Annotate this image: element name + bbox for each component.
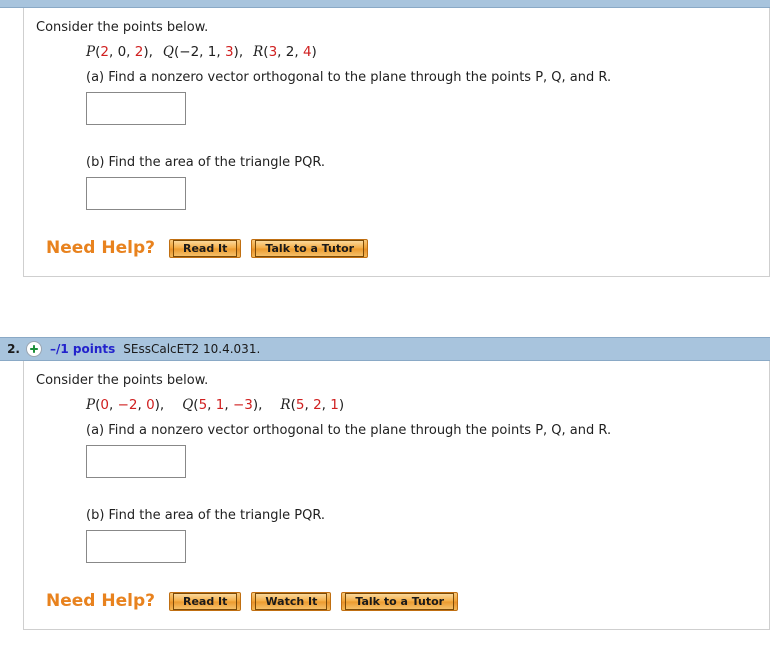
point-label-q-2: Q bbox=[182, 397, 194, 413]
point-p-x-2: 0 bbox=[100, 397, 109, 413]
point-label-q-1: Q bbox=[162, 44, 174, 60]
point-q-z-2: −3 bbox=[232, 397, 253, 413]
part-a-answer-input-1[interactable] bbox=[86, 92, 186, 125]
comma-10: , bbox=[224, 397, 233, 413]
question-number-2: 2. bbox=[7, 342, 20, 356]
point-p-y-1: 0 bbox=[117, 44, 127, 60]
read-it-button-label-2: Read It bbox=[173, 592, 238, 610]
question-block-1: Consider the points below. P(2, 0, 2), Q(… bbox=[0, 0, 770, 277]
point-label-r-2: R bbox=[280, 397, 291, 413]
left-gutter-2 bbox=[0, 361, 23, 630]
point-r-y-2: 2 bbox=[313, 397, 322, 413]
question-body-wrap-2: Consider the points below. P(0, −2, 0), Q… bbox=[0, 361, 770, 630]
comma-6: , bbox=[294, 44, 303, 60]
question-body-wrap-1: Consider the points below. P(2, 0, 2), Q(… bbox=[0, 8, 770, 277]
question-block-2: 2. –/1 points SEssCalcET2 10.4.031. Cons… bbox=[0, 337, 770, 630]
comma-5: , bbox=[277, 44, 286, 60]
paren-close-p-2: ), bbox=[154, 397, 165, 413]
point-p-z-2: 0 bbox=[146, 397, 155, 413]
intro-text-1: Consider the points below. bbox=[36, 20, 209, 35]
part-a-text-2: (a) Find a nonzero vector orthogonal to … bbox=[86, 423, 612, 438]
part-a-text-1: (a) Find a nonzero vector orthogonal to … bbox=[86, 70, 612, 85]
points-line-1: P(2, 0, 2), Q(−2, 1, 3), R(3, 2, 4) bbox=[24, 44, 769, 60]
question-points-2: –/1 points bbox=[50, 342, 116, 356]
question-header-2: 2. –/1 points SEssCalcET2 10.4.031. bbox=[0, 337, 770, 361]
comma-1: , bbox=[108, 44, 118, 60]
talk-to-a-tutor-button-2[interactable]: Talk to a Tutor bbox=[341, 591, 459, 611]
need-help-label-1: Need Help? bbox=[46, 238, 155, 258]
comma-11: , bbox=[304, 397, 314, 413]
part-a-answer-input-2[interactable] bbox=[86, 445, 186, 478]
paren-close-r-2: ) bbox=[338, 397, 345, 413]
talk-to-a-tutor-button-label-1: Talk to a Tutor bbox=[255, 239, 365, 257]
plus-circle-icon[interactable] bbox=[26, 341, 42, 357]
need-help-row-1: Need Help? Read It Talk to a Tutor bbox=[24, 238, 769, 258]
point-p-y-2: −2 bbox=[117, 397, 138, 413]
question-header-1 bbox=[0, 0, 770, 8]
points-line-2: P(0, −2, 0), Q(5, 1, −3), R(5, 2, 1) bbox=[24, 397, 769, 413]
talk-to-a-tutor-button-label-2: Talk to a Tutor bbox=[345, 592, 455, 610]
intro-text-2: Consider the points below. bbox=[36, 373, 209, 388]
read-it-button-label-1: Read It bbox=[173, 239, 238, 257]
comma-2: , bbox=[126, 44, 135, 60]
talk-to-a-tutor-button-1[interactable]: Talk to a Tutor bbox=[251, 238, 369, 258]
read-it-button-2[interactable]: Read It bbox=[169, 591, 242, 611]
paren-close-r-1: ) bbox=[311, 44, 317, 60]
part-b-text-2: (b) Find the area of the triangle PQR. bbox=[86, 508, 326, 523]
paren-close-q-2: ), bbox=[252, 397, 263, 413]
part-b-text-1: (b) Find the area of the triangle PQR. bbox=[86, 155, 326, 170]
point-label-r-1: R bbox=[253, 44, 264, 60]
point-q-z-1: 3 bbox=[224, 44, 234, 60]
comma-9: , bbox=[207, 397, 216, 413]
comma-3: , bbox=[199, 44, 208, 60]
question-panel-2: Consider the points below. P(0, −2, 0), Q… bbox=[23, 361, 770, 630]
comma-12: , bbox=[321, 397, 331, 413]
paren-close-q-1: ), bbox=[233, 44, 244, 60]
comma-8: , bbox=[137, 397, 147, 413]
watch-it-button-2[interactable]: Watch It bbox=[251, 591, 332, 611]
comma-4: , bbox=[216, 44, 225, 60]
part-b-answer-input-2[interactable] bbox=[86, 530, 186, 563]
comma-7: , bbox=[108, 397, 118, 413]
point-p-x-1: 2 bbox=[100, 44, 109, 60]
point-q-x-1: −2 bbox=[179, 44, 200, 60]
read-it-button-1[interactable]: Read It bbox=[169, 238, 242, 258]
need-help-row-2: Need Help? Read It Watch It Talk to a Tu… bbox=[24, 591, 769, 611]
question-panel-1: Consider the points below. P(2, 0, 2), Q(… bbox=[23, 8, 770, 277]
point-r-z-1: 4 bbox=[302, 44, 312, 60]
block-separator bbox=[0, 277, 770, 337]
left-gutter-1 bbox=[0, 8, 23, 277]
point-label-p-1: P bbox=[86, 44, 96, 60]
point-r-z-2: 1 bbox=[330, 397, 339, 413]
part-b-answer-input-1[interactable] bbox=[86, 177, 186, 210]
point-r-x-1: 3 bbox=[268, 44, 278, 60]
point-q-x-2: 5 bbox=[198, 397, 208, 413]
need-help-label-2: Need Help? bbox=[46, 591, 155, 611]
question-code-2: SEssCalcET2 10.4.031. bbox=[123, 342, 261, 356]
paren-close-p-1: ), bbox=[143, 44, 153, 60]
point-label-p-2: P bbox=[86, 397, 96, 413]
watch-it-button-label-2: Watch It bbox=[255, 592, 328, 610]
